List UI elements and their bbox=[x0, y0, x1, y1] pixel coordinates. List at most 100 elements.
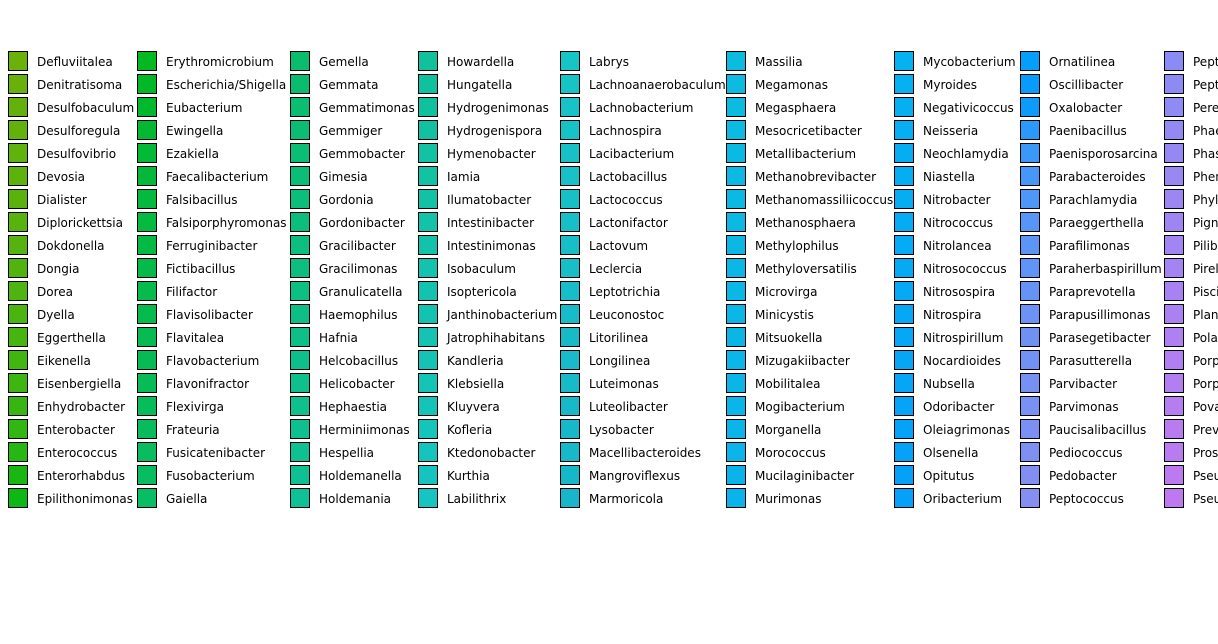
legend-label: Haemophilus bbox=[319, 308, 398, 322]
legend-label: Gemmiger bbox=[319, 124, 383, 138]
legend-swatch bbox=[418, 373, 438, 393]
legend-swatch bbox=[1164, 258, 1184, 278]
legend-label: Falsibacillus bbox=[166, 193, 238, 207]
legend-label: Mitsuokella bbox=[755, 331, 823, 345]
legend-label: Desulfobaculum bbox=[37, 101, 135, 115]
legend-label: Marmoricola bbox=[589, 492, 664, 506]
legend-swatch bbox=[560, 189, 580, 209]
legend-swatch bbox=[560, 442, 580, 462]
legend-label: Holdemanella bbox=[319, 469, 402, 483]
legend-label: Fusicatenibacter bbox=[166, 446, 266, 460]
legend-swatch bbox=[137, 51, 157, 71]
legend-swatch bbox=[290, 212, 310, 232]
legend-swatch bbox=[560, 212, 580, 232]
legend-swatch bbox=[1020, 373, 1040, 393]
legend-label: Peptococcus bbox=[1049, 492, 1124, 506]
legend-swatch bbox=[137, 396, 157, 416]
legend-label: Escherichia/Shigella bbox=[166, 78, 287, 92]
legend-label: Helicobacter bbox=[319, 377, 395, 391]
legend-label: Massilia bbox=[755, 55, 803, 69]
legend-swatch bbox=[726, 143, 746, 163]
legend-label: Neisseria bbox=[923, 124, 979, 138]
legend-label: Dyella bbox=[37, 308, 75, 322]
legend-swatch bbox=[290, 442, 310, 462]
legend-label: Paraeggerthella bbox=[1049, 216, 1144, 230]
legend-label: Gracilimonas bbox=[319, 262, 398, 276]
legend-swatch bbox=[1020, 327, 1040, 347]
legend-swatch bbox=[1164, 442, 1184, 462]
legend-label: Ewingella bbox=[166, 124, 224, 138]
legend-label: Helcobacillus bbox=[319, 354, 399, 368]
legend-swatch bbox=[418, 120, 438, 140]
legend-label: Kurthia bbox=[447, 469, 490, 483]
legend-label: Flexivirga bbox=[166, 400, 224, 414]
legend-swatch bbox=[290, 488, 310, 508]
legend-swatch bbox=[1020, 488, 1040, 508]
legend-label: Devosia bbox=[37, 170, 86, 184]
legend-swatch bbox=[137, 97, 157, 117]
legend-swatch bbox=[726, 120, 746, 140]
legend-label: Pediococcus bbox=[1049, 446, 1123, 460]
legend-swatch bbox=[894, 189, 914, 209]
legend-label: Mesocricetibacter bbox=[755, 124, 862, 138]
legend-label: Pirel bbox=[1193, 262, 1218, 276]
legend-label: Eisenbergiella bbox=[37, 377, 122, 391]
legend-label: Paenibacillus bbox=[1049, 124, 1127, 138]
legend-swatch bbox=[1020, 120, 1040, 140]
legend-swatch bbox=[137, 281, 157, 301]
legend-label: Megamonas bbox=[755, 78, 828, 92]
legend-swatch bbox=[1020, 212, 1040, 232]
legend-label: Holdemania bbox=[319, 492, 392, 506]
legend-swatch bbox=[560, 258, 580, 278]
legend-label: Nitrolancea bbox=[923, 239, 992, 253]
legend-swatch bbox=[894, 258, 914, 278]
legend-label: Diplorickettsia bbox=[37, 216, 123, 230]
legend-swatch bbox=[290, 373, 310, 393]
legend-label: Hymenobacter bbox=[447, 147, 536, 161]
legend-label: Mucilaginibacter bbox=[755, 469, 855, 483]
legend-label: Pept bbox=[1193, 78, 1218, 92]
legend-label: Eggerthella bbox=[37, 331, 106, 345]
legend-swatch bbox=[1164, 97, 1184, 117]
legend-swatch bbox=[894, 304, 914, 324]
legend-swatch bbox=[726, 327, 746, 347]
legend-swatch bbox=[560, 120, 580, 140]
legend-swatch bbox=[290, 419, 310, 439]
legend-swatch bbox=[1164, 419, 1184, 439]
legend-swatch bbox=[1164, 51, 1184, 71]
legend-label: Erythromicrobium bbox=[166, 55, 274, 69]
legend-label: Mizugakiibacter bbox=[755, 354, 850, 368]
legend-label: Oxalobacter bbox=[1049, 101, 1123, 115]
legend-label: Intestinibacter bbox=[447, 216, 535, 230]
legend-label: Mangroviflexus bbox=[589, 469, 681, 483]
legend-label: Nocardioides bbox=[923, 354, 1001, 368]
legend-label: Morganella bbox=[755, 423, 822, 437]
legend-label: Odoribacter bbox=[923, 400, 995, 414]
legend-swatch bbox=[726, 304, 746, 324]
legend-label: Pedobacter bbox=[1049, 469, 1117, 483]
legend-swatch bbox=[1164, 488, 1184, 508]
legend-swatch bbox=[8, 235, 28, 255]
legend-label: Nitrospira bbox=[923, 308, 982, 322]
legend-swatch bbox=[8, 396, 28, 416]
legend-swatch bbox=[418, 51, 438, 71]
legend-swatch bbox=[1020, 166, 1040, 186]
legend-label: Nitrospirillum bbox=[923, 331, 1004, 345]
legend-swatch bbox=[137, 166, 157, 186]
legend-swatch bbox=[8, 350, 28, 370]
legend-swatch bbox=[560, 488, 580, 508]
legend-swatch bbox=[290, 51, 310, 71]
legend-swatch bbox=[1164, 143, 1184, 163]
legend-label: Howardella bbox=[447, 55, 515, 69]
legend-label: Olsenella bbox=[923, 446, 979, 460]
legend-swatch bbox=[894, 51, 914, 71]
legend-swatch bbox=[8, 373, 28, 393]
legend-swatch bbox=[418, 235, 438, 255]
legend-swatch bbox=[560, 350, 580, 370]
legend-swatch bbox=[8, 143, 28, 163]
legend-swatch bbox=[290, 258, 310, 278]
legend-label: Megasphaera bbox=[755, 101, 837, 115]
legend-label: Mycobacterium bbox=[923, 55, 1016, 69]
legend: Defluviitalea Denitratisoma Desulfobaculum… bbox=[0, 0, 1218, 644]
legend-swatch bbox=[726, 373, 746, 393]
